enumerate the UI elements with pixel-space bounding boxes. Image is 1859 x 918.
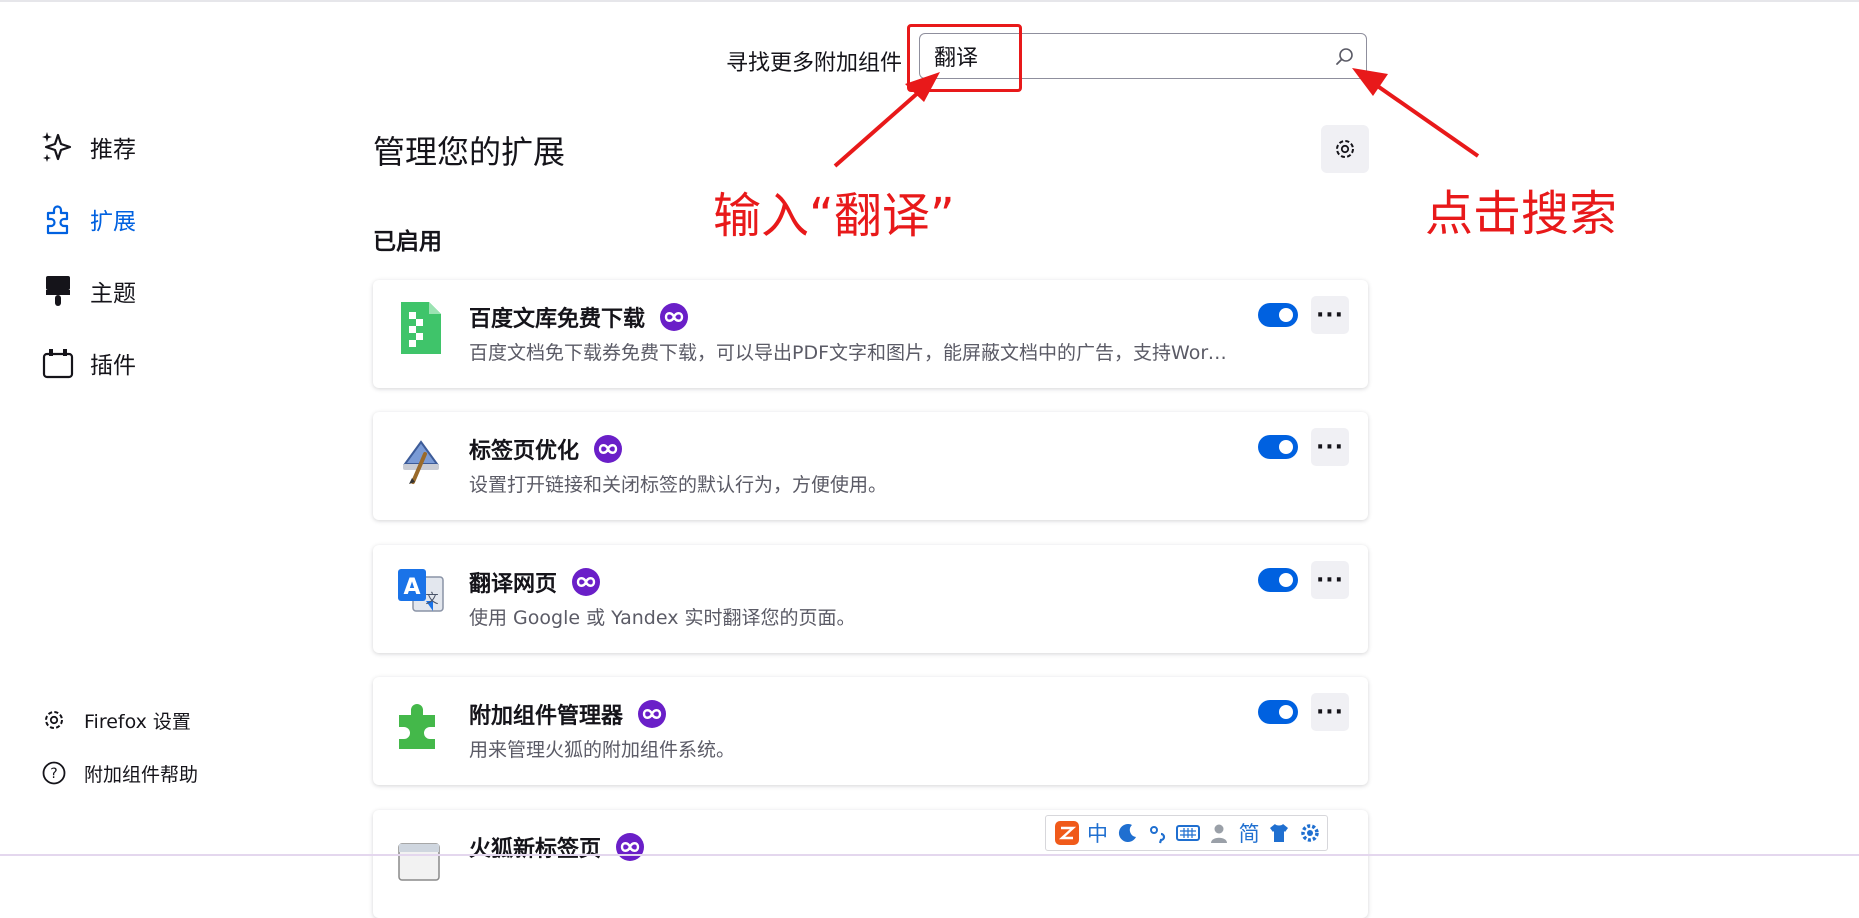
sidebar-item-label: 主题 (90, 281, 136, 307)
ime-toolbar[interactable]: 中 简 (1045, 815, 1328, 851)
ime-logo-icon[interactable] (1054, 819, 1080, 847)
footer-item-label: 附加组件帮助 (84, 763, 199, 786)
sidebar-item-recommended[interactable]: 推荐 (40, 127, 136, 167)
firefox-settings-link[interactable]: Firefox 设置 (40, 704, 191, 736)
more-options-button[interactable]: ··· (1311, 428, 1349, 466)
search-label: 寻找更多附加组件 (726, 51, 903, 76)
addon-name: 百度文库免费下载 (469, 307, 646, 332)
arrow-to-search-icon (1352, 68, 1480, 158)
keyboard-icon[interactable] (1175, 819, 1201, 847)
green-puzzle-icon (399, 704, 435, 749)
recommended-badge-icon (594, 435, 623, 463)
addon-enable-toggle[interactable] (1258, 435, 1298, 459)
recommended-badge-icon (616, 833, 645, 861)
ime-mode-toggle[interactable]: 中 (1084, 819, 1110, 847)
footer-item-label: Firefox 设置 (84, 710, 191, 733)
skin-shirt-icon[interactable] (1266, 819, 1292, 847)
tools-gear-button[interactable] (1321, 125, 1369, 173)
addon-description: 使用 Google 或 Yandex 实时翻译您的页面。 (469, 607, 856, 629)
user-icon[interactable] (1206, 819, 1232, 847)
section-enabled-title: 已启用 (373, 229, 442, 255)
plugin-icon (40, 345, 76, 381)
addon-name: 附加组件管理器 (469, 704, 624, 729)
help-icon: ? (40, 759, 68, 787)
gear-icon (40, 706, 68, 734)
sidebar-item-label: 扩展 (90, 209, 136, 235)
svg-text:?: ? (50, 766, 57, 782)
addon-card[interactable]: 附加组件管理器 用来管理火狐的附加组件系统。 ··· (373, 677, 1368, 785)
gear-icon (1336, 140, 1354, 158)
settings-gear-icon[interactable] (1297, 819, 1323, 847)
sidebar-item-label: 插件 (90, 353, 136, 379)
translate-icon: A 文 (398, 569, 444, 612)
svg-text:文: 文 (425, 592, 438, 607)
brush-icon (40, 273, 76, 309)
addon-card[interactable]: 标签页优化 设置打开链接和关闭标签的默认行为，方便使用。 ··· (373, 412, 1368, 520)
new-tab-icon (398, 843, 440, 881)
sidebar-item-themes[interactable]: 主题 (40, 271, 136, 311)
sidebar-item-label: 推荐 (90, 137, 136, 163)
addon-enable-toggle[interactable] (1258, 568, 1298, 592)
sidebar-item-plugins[interactable]: 插件 (40, 343, 136, 383)
annotation-input-hint: 输入“翻译” (713, 188, 955, 244)
more-options-button[interactable]: ··· (1311, 693, 1349, 731)
sidebar-item-extensions[interactable]: 扩展 (40, 199, 136, 239)
simplified-toggle[interactable]: 简 (1236, 819, 1262, 847)
addon-help-link[interactable]: ? 附加组件帮助 (40, 757, 198, 789)
green-document-icon (401, 302, 441, 354)
addon-description: 用来管理火狐的附加组件系统。 (469, 739, 736, 761)
svg-text:A: A (403, 575, 420, 600)
search-icon[interactable] (1334, 46, 1356, 68)
annotation-highlight-box (907, 24, 1022, 92)
punctuation-icon[interactable] (1145, 819, 1171, 847)
sparkle-icon (40, 129, 76, 165)
window-top-border (0, 0, 1859, 2)
addon-name: 标签页优化 (469, 439, 580, 464)
annotation-click-hint: 点击搜索 (1425, 186, 1618, 242)
more-options-button[interactable]: ··· (1311, 296, 1349, 334)
recommended-badge-icon (660, 303, 689, 331)
page-title: 管理您的扩展 (373, 133, 566, 171)
addon-card[interactable]: 百度文库免费下载 百度文档免下载券免费下载，可以导出PDF文字和图片，能屏蔽文档… (373, 280, 1368, 388)
addon-enable-toggle[interactable] (1258, 700, 1298, 724)
addon-name: 火狐新标签页 (469, 837, 602, 862)
brush-tab-icon (403, 440, 439, 484)
addon-description: 设置打开链接和关闭标签的默认行为，方便使用。 (469, 474, 888, 496)
addon-name: 翻译网页 (469, 572, 558, 597)
moon-icon[interactable] (1115, 819, 1141, 847)
recommended-badge-icon (638, 700, 667, 728)
addon-enable-toggle[interactable] (1258, 303, 1298, 327)
addon-description: 百度文档免下载券免费下载，可以导出PDF文字和图片，能屏蔽文档中的广告，支持Wo… (469, 342, 1234, 364)
more-options-button[interactable]: ··· (1311, 561, 1349, 599)
puzzle-icon (40, 201, 76, 237)
recommended-badge-icon (572, 568, 601, 596)
addon-card[interactable]: A 文 翻译网页 使用 Google 或 Yandex 实时翻译您的页面。 ··… (373, 545, 1368, 653)
